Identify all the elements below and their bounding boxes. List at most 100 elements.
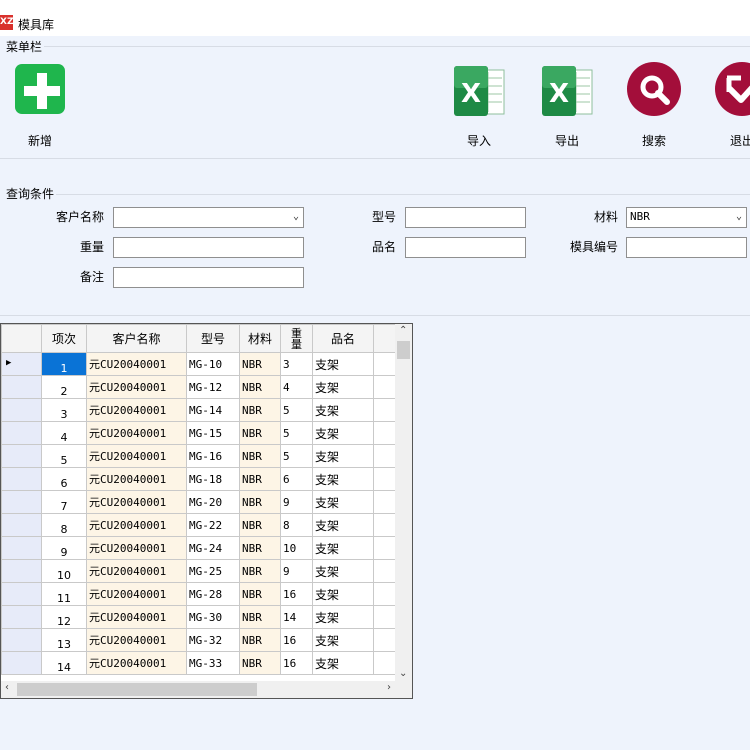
column-header-product-name[interactable]: 品名 <box>312 324 374 353</box>
row-header[interactable] <box>1 559 42 583</box>
cell-weight[interactable]: 4 <box>280 375 313 399</box>
cell-material[interactable]: NBR <box>239 375 281 399</box>
cell-customer[interactable]: 元CU20040001 <box>86 651 187 675</box>
cell-weight[interactable]: 9 <box>280 559 313 583</box>
cell-product-name[interactable]: 支架 <box>312 605 374 629</box>
mold-data-grid[interactable]: 项次 客户名称 型号 材料 重量 品名 ▶ 1 元CU20040001 MG-10 NB… <box>0 323 413 699</box>
cell-index[interactable]: 10 <box>41 559 87 583</box>
cell-material[interactable]: NBR <box>239 513 281 537</box>
scroll-left-arrow-icon[interactable]: ‹ <box>5 682 9 693</box>
row-header[interactable] <box>1 398 42 422</box>
material-select[interactable]: NBR ⌄ <box>626 207 747 228</box>
column-header-material[interactable]: 材料 <box>239 324 281 353</box>
cell-weight[interactable]: 10 <box>280 536 313 560</box>
cell-model[interactable]: MG-22 <box>186 513 240 537</box>
table-row[interactable]: 4 元CU20040001 MG-15 NBR 5 支架 <box>1 421 399 445</box>
row-header[interactable] <box>1 490 42 514</box>
cell-weight[interactable]: 3 <box>280 352 313 376</box>
scroll-down-arrow-icon[interactable]: ⌄ <box>399 668 407 679</box>
cell-material[interactable]: NBR <box>239 490 281 514</box>
cell-index[interactable]: 14 <box>41 651 87 675</box>
cell-customer[interactable]: 元CU20040001 <box>86 375 187 399</box>
cell-customer[interactable]: 元CU20040001 <box>86 628 187 652</box>
cell-weight[interactable]: 5 <box>280 398 313 422</box>
cell-weight[interactable]: 6 <box>280 467 313 491</box>
cell-customer[interactable]: 元CU20040001 <box>86 352 187 376</box>
cell-index[interactable]: 6 <box>41 467 87 491</box>
cell-index[interactable]: 1 <box>41 352 87 376</box>
cell-product-name[interactable]: 支架 <box>312 559 374 583</box>
cell-product-name[interactable]: 支架 <box>312 398 374 422</box>
column-header-customer[interactable]: 客户名称 <box>86 324 187 353</box>
cell-customer[interactable]: 元CU20040001 <box>86 536 187 560</box>
import-button[interactable]: X 导入 <box>444 64 514 149</box>
row-header[interactable] <box>1 513 42 537</box>
cell-customer[interactable]: 元CU20040001 <box>86 421 187 445</box>
cell-product-name[interactable]: 支架 <box>312 490 374 514</box>
cell-model[interactable]: MG-12 <box>186 375 240 399</box>
model-input[interactable] <box>405 207 526 228</box>
add-button[interactable]: 新增 <box>5 64 75 149</box>
customer-select[interactable]: ⌄ <box>113 207 304 228</box>
cell-weight[interactable]: 8 <box>280 513 313 537</box>
cell-model[interactable]: MG-33 <box>186 651 240 675</box>
vertical-scrollbar[interactable]: ⌃ ⌄ <box>395 324 412 681</box>
cell-weight[interactable]: 16 <box>280 628 313 652</box>
cell-index[interactable]: 7 <box>41 490 87 514</box>
row-header[interactable] <box>1 628 42 652</box>
row-header[interactable]: ▶ <box>1 352 42 376</box>
table-row[interactable]: 9 元CU20040001 MG-24 NBR 10 支架 <box>1 536 399 560</box>
cell-weight[interactable]: 5 <box>280 421 313 445</box>
vertical-scroll-thumb[interactable] <box>397 341 410 359</box>
row-header[interactable] <box>1 651 42 675</box>
table-row[interactable]: 10 元CU20040001 MG-25 NBR 9 支架 <box>1 559 399 583</box>
cell-index[interactable]: 3 <box>41 398 87 422</box>
cell-index[interactable]: 13 <box>41 628 87 652</box>
cell-index[interactable]: 4 <box>41 421 87 445</box>
table-row[interactable]: ▶ 1 元CU20040001 MG-10 NBR 3 支架 <box>1 352 399 376</box>
cell-product-name[interactable]: 支架 <box>312 651 374 675</box>
row-header[interactable] <box>1 467 42 491</box>
cell-model[interactable]: MG-20 <box>186 490 240 514</box>
scroll-up-arrow-icon[interactable]: ⌃ <box>399 325 407 336</box>
cell-product-name[interactable]: 支架 <box>312 352 374 376</box>
cell-model[interactable]: MG-18 <box>186 467 240 491</box>
cell-weight[interactable]: 14 <box>280 605 313 629</box>
column-header-model[interactable]: 型号 <box>186 324 240 353</box>
cell-index[interactable]: 5 <box>41 444 87 468</box>
cell-product-name[interactable]: 支架 <box>312 467 374 491</box>
cell-material[interactable]: NBR <box>239 582 281 606</box>
cell-model[interactable]: MG-28 <box>186 582 240 606</box>
column-header-weight[interactable]: 重量 <box>280 324 313 353</box>
cell-customer[interactable]: 元CU20040001 <box>86 398 187 422</box>
row-header[interactable] <box>1 375 42 399</box>
cell-material[interactable]: NBR <box>239 651 281 675</box>
cell-model[interactable]: MG-16 <box>186 444 240 468</box>
search-button[interactable]: 搜索 <box>619 62 689 149</box>
row-header[interactable] <box>1 605 42 629</box>
cell-index[interactable]: 9 <box>41 536 87 560</box>
table-row[interactable]: 12 元CU20040001 MG-30 NBR 14 支架 <box>1 605 399 629</box>
cell-product-name[interactable]: 支架 <box>312 421 374 445</box>
cell-model[interactable]: MG-14 <box>186 398 240 422</box>
table-row[interactable]: 5 元CU20040001 MG-16 NBR 5 支架 <box>1 444 399 468</box>
horizontal-scroll-thumb[interactable] <box>17 683 257 696</box>
cell-product-name[interactable]: 支架 <box>312 582 374 606</box>
table-row[interactable]: 8 元CU20040001 MG-22 NBR 8 支架 <box>1 513 399 537</box>
table-row[interactable]: 13 元CU20040001 MG-32 NBR 16 支架 <box>1 628 399 652</box>
scroll-right-arrow-icon[interactable]: › <box>387 682 391 693</box>
cell-model[interactable]: MG-10 <box>186 352 240 376</box>
cell-material[interactable]: NBR <box>239 398 281 422</box>
cell-material[interactable]: NBR <box>239 628 281 652</box>
row-header[interactable] <box>1 582 42 606</box>
weight-input[interactable] <box>113 237 304 258</box>
cell-model[interactable]: MG-32 <box>186 628 240 652</box>
column-header-index[interactable]: 项次 <box>41 324 87 353</box>
cell-customer[interactable]: 元CU20040001 <box>86 490 187 514</box>
cell-index[interactable]: 12 <box>41 605 87 629</box>
cell-weight[interactable]: 9 <box>280 490 313 514</box>
table-row[interactable]: 11 元CU20040001 MG-28 NBR 16 支架 <box>1 582 399 606</box>
table-row[interactable]: 2 元CU20040001 MG-12 NBR 4 支架 <box>1 375 399 399</box>
cell-index[interactable]: 2 <box>41 375 87 399</box>
cell-index[interactable]: 11 <box>41 582 87 606</box>
